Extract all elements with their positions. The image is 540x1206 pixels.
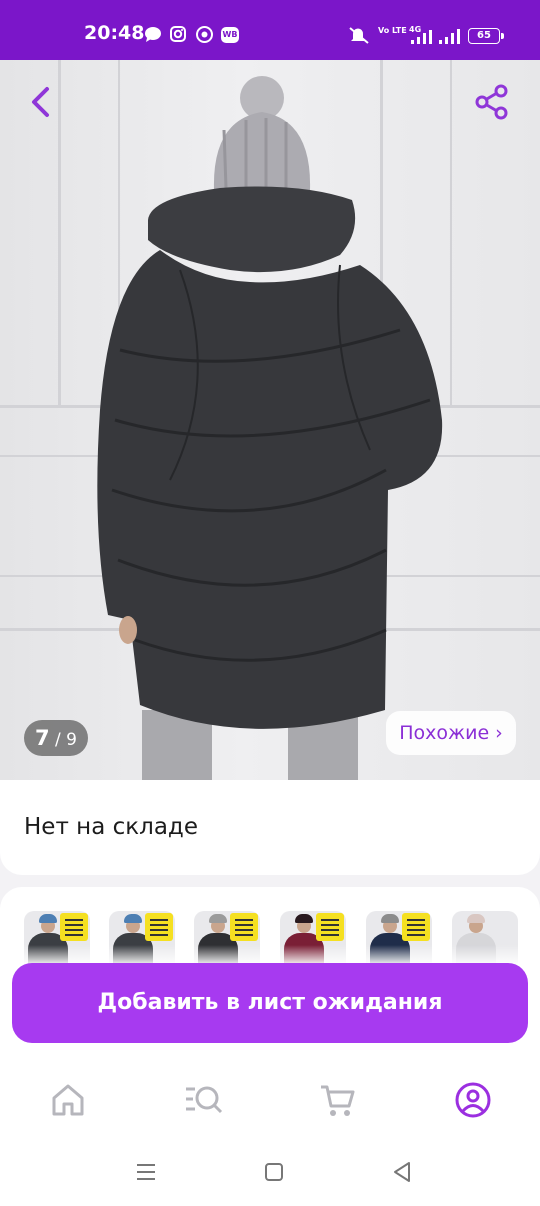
photo-separator: / — [49, 730, 67, 750]
photo-total: 9 — [66, 730, 77, 750]
photo-counter: 7 / 9 — [24, 720, 88, 756]
instagram-icon — [170, 26, 186, 42]
share-icon[interactable] — [472, 82, 512, 122]
status-time: 20:48 — [84, 22, 145, 44]
product-photo[interactable]: 7 / 9 Похожие › — [0, 60, 540, 780]
back-button-icon[interactable] — [390, 1160, 414, 1184]
chrome-icon — [196, 26, 213, 43]
stock-status-card: Нет на складе — [0, 780, 540, 875]
out-of-stock-label: Нет на складе — [24, 814, 198, 840]
photo-current: 7 — [35, 726, 50, 750]
signal-2-icon — [439, 29, 460, 44]
profile-icon[interactable] — [453, 1080, 493, 1120]
status-bar: 20:48 WB Vo LTE 4G 65 — [0, 0, 540, 60]
system-nav-bar — [0, 1140, 540, 1206]
wb-app-icon: WB — [221, 27, 239, 43]
mute-icon — [349, 27, 369, 44]
cart-icon[interactable] — [318, 1080, 358, 1120]
bottom-nav — [0, 1060, 540, 1140]
battery-indicator: 65 — [468, 28, 504, 44]
back-arrow-icon[interactable] — [22, 82, 62, 122]
recent-apps-icon[interactable] — [134, 1160, 158, 1184]
similar-button[interactable]: Похожие › — [386, 711, 516, 755]
home-button-icon[interactable] — [262, 1160, 286, 1184]
volte-label: Vo LTE — [378, 26, 407, 35]
model-in-coat-illustration — [97, 76, 443, 780]
signal-icon — [411, 30, 432, 44]
home-icon[interactable] — [48, 1080, 88, 1120]
chat-icon — [145, 27, 161, 42]
add-to-waitlist-button[interactable]: Добавить в лист ожидания — [12, 963, 528, 1043]
catalog-search-icon[interactable] — [183, 1080, 223, 1120]
